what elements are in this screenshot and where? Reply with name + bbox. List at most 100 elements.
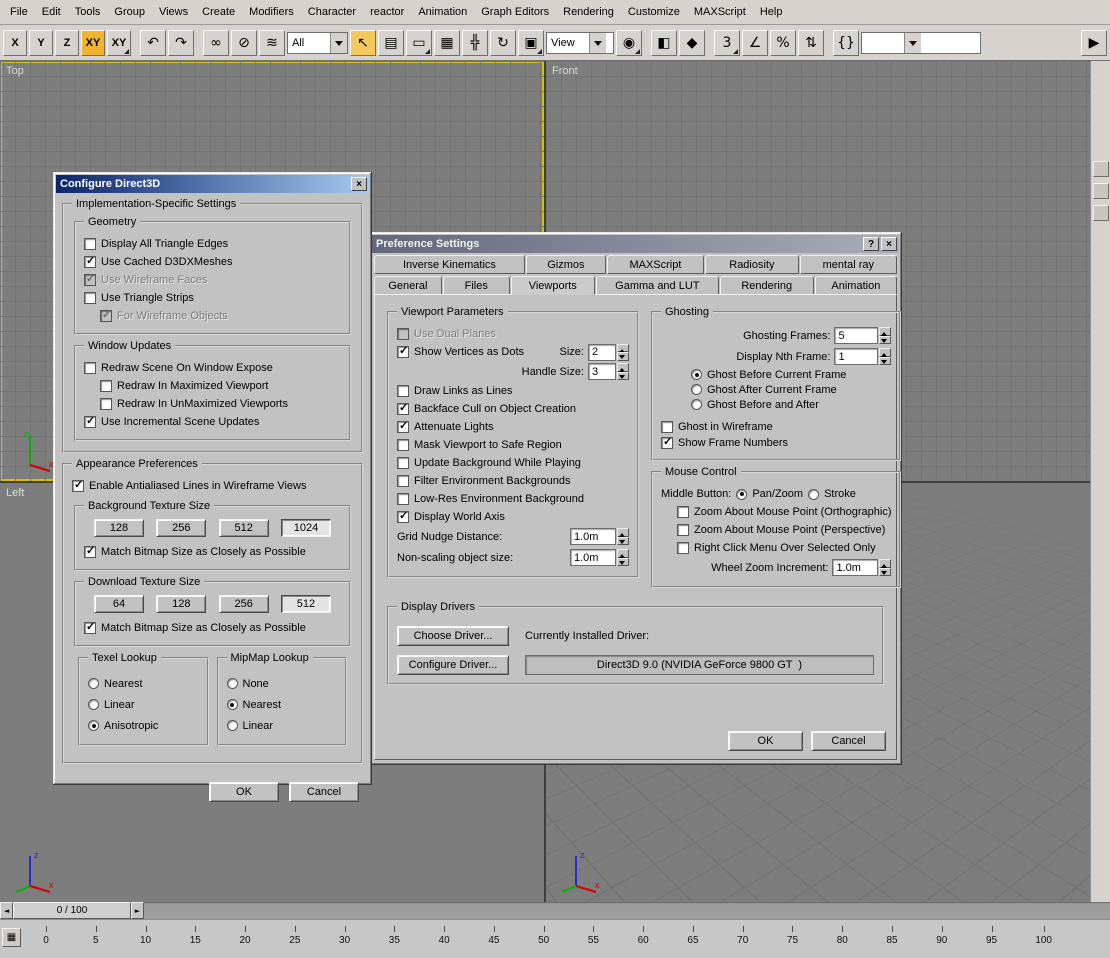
viewport-label-front[interactable]: Front bbox=[552, 65, 578, 77]
menu-group[interactable]: Group bbox=[107, 3, 152, 21]
radio-button[interactable] bbox=[736, 489, 747, 500]
checkbox-bg-match-bitmap-size[interactable]: Match Bitmap Size as Closely as Possible bbox=[84, 543, 341, 561]
snap-toggle-3d-icon[interactable]: 3 bbox=[714, 30, 740, 56]
side-panel-icon[interactable] bbox=[1093, 183, 1109, 199]
checkbox-use-triangle-strips[interactable]: Use Triangle Strips bbox=[84, 289, 341, 307]
spinner-down-icon[interactable] bbox=[617, 558, 629, 567]
spinner-up-icon[interactable] bbox=[617, 549, 629, 558]
menu-edit[interactable]: Edit bbox=[35, 3, 68, 21]
grid-nudge-spinner[interactable]: 1.0m bbox=[570, 528, 629, 545]
spinner-up-icon[interactable] bbox=[617, 344, 629, 353]
bg-size-128-button[interactable]: 128 bbox=[94, 519, 144, 537]
angle-snap-icon[interactable]: ∠ bbox=[742, 30, 768, 56]
tab-mental-ray[interactable]: mental ray bbox=[800, 255, 897, 274]
dl-size-256-button[interactable]: 256 bbox=[219, 595, 269, 613]
configure-driver-button[interactable]: Configure Driver... bbox=[397, 655, 509, 675]
toolbar-overflow-icon[interactable]: ▶ bbox=[1081, 30, 1107, 56]
time-slider-track[interactable]: ◄ 0 / 100 ► bbox=[0, 902, 1110, 919]
chevron-down-icon[interactable] bbox=[330, 33, 347, 53]
checkbox-display-all-triangle-edges[interactable]: Display All Triangle Edges bbox=[84, 235, 341, 253]
next-frame-icon[interactable]: ► bbox=[131, 902, 144, 919]
close-icon[interactable]: × bbox=[881, 237, 897, 251]
checkbox-draw-links-as-lines[interactable]: Draw Links as Lines bbox=[397, 382, 629, 400]
spinner-up-icon[interactable] bbox=[617, 528, 629, 537]
checkbox-zoom-mouse-perspective[interactable]: Zoom About Mouse Point (Perspective) bbox=[661, 521, 891, 539]
selection-region-icon[interactable]: ▭ bbox=[406, 30, 432, 56]
named-selection-sets-icon[interactable]: {} bbox=[833, 30, 859, 56]
radio-texel-linear[interactable]: Linear bbox=[88, 694, 199, 715]
checkbox-redraw-on-window-expose[interactable]: Redraw Scene On Window Expose bbox=[84, 359, 341, 377]
spinner-value[interactable]: 1.0m bbox=[570, 549, 616, 566]
mini-curve-editor-button[interactable]: ▦ bbox=[2, 928, 21, 947]
spinner-down-icon[interactable] bbox=[617, 352, 629, 361]
unlink-selection-icon[interactable]: ⊘ bbox=[231, 30, 257, 56]
track-bar-ruler[interactable]: 0 5 10 15 20 25 30 35 40 45 50 55 60 65 … bbox=[40, 926, 1052, 952]
radio-mipmap-nearest[interactable]: Nearest bbox=[227, 694, 338, 715]
close-icon[interactable]: × bbox=[351, 177, 367, 191]
menu-file[interactable]: File bbox=[3, 3, 35, 21]
radio-texel-nearest[interactable]: Nearest bbox=[88, 673, 199, 694]
spinner-up-icon[interactable] bbox=[879, 348, 891, 357]
radio-texel-anisotropic[interactable]: Anisotropic bbox=[88, 715, 199, 736]
spinner-up-icon[interactable] bbox=[879, 327, 891, 336]
spinner-value[interactable]: 1.0m bbox=[832, 559, 878, 576]
side-panel-icon[interactable] bbox=[1093, 161, 1109, 177]
spinner-down-icon[interactable] bbox=[879, 357, 891, 366]
select-and-move-icon[interactable]: ╬ bbox=[462, 30, 488, 56]
radio-button[interactable] bbox=[808, 489, 819, 500]
tab-gamma-and-lut[interactable]: Gamma and LUT bbox=[596, 276, 719, 295]
cancel-button[interactable]: Cancel bbox=[811, 731, 886, 751]
chevron-down-icon[interactable] bbox=[589, 33, 606, 53]
named-selection-dropdown[interactable] bbox=[861, 32, 981, 54]
dl-size-128-button[interactable]: 128 bbox=[156, 595, 206, 613]
checkbox-use-incremental-updates[interactable]: Use Incremental Scene Updates bbox=[84, 413, 341, 431]
tab-files[interactable]: Files bbox=[443, 276, 510, 295]
checkbox-lowres-environment[interactable]: Low-Res Environment Background bbox=[397, 490, 629, 508]
checkbox-for-wireframe-objects[interactable]: For Wireframe Objects bbox=[84, 307, 341, 325]
dialog-titlebar[interactable]: Preference Settings ? × bbox=[372, 235, 899, 253]
nonscaling-spinner[interactable]: 1.0m bbox=[570, 549, 629, 566]
track-bar[interactable]: ▦ 0 5 10 15 20 25 30 35 40 45 50 55 60 6… bbox=[0, 919, 1110, 958]
help-icon[interactable]: ? bbox=[863, 237, 879, 251]
select-object-button[interactable]: ↖ bbox=[350, 30, 376, 56]
checkbox-right-click-selected-only[interactable]: Right Click Menu Over Selected Only bbox=[661, 539, 891, 557]
spinner-down-icon[interactable] bbox=[879, 568, 891, 577]
mirror-icon[interactable]: ◧ bbox=[651, 30, 677, 56]
checkbox-backface-cull[interactable]: Backface Cull on Object Creation bbox=[397, 400, 629, 418]
tab-viewports[interactable]: Viewports bbox=[511, 276, 595, 295]
wheel-zoom-spinner[interactable]: 1.0m bbox=[832, 559, 891, 576]
tab-gizmos[interactable]: Gizmos bbox=[526, 255, 606, 274]
vertex-size-spinner[interactable]: 2 bbox=[588, 344, 629, 361]
radio-mipmap-none[interactable]: None bbox=[227, 673, 338, 694]
viewport-label-top[interactable]: Top bbox=[6, 65, 24, 77]
tab-rendering[interactable]: Rendering bbox=[720, 276, 814, 295]
menu-create[interactable]: Create bbox=[195, 3, 242, 21]
percent-snap-icon[interactable]: % bbox=[770, 30, 796, 56]
radio-ghost-after-current[interactable]: Ghost After Current Frame bbox=[661, 382, 891, 397]
checkbox-show-frame-numbers[interactable]: Show Frame Numbers bbox=[661, 435, 891, 451]
viewport-label-left[interactable]: Left bbox=[6, 487, 24, 499]
window-crossing-icon[interactable]: ▦ bbox=[434, 30, 460, 56]
bg-size-512-button[interactable]: 512 bbox=[219, 519, 269, 537]
previous-frame-icon[interactable]: ◄ bbox=[0, 902, 13, 919]
menu-rendering[interactable]: Rendering bbox=[556, 3, 621, 21]
undo-icon[interactable]: ↶ bbox=[140, 30, 166, 56]
select-and-scale-icon[interactable]: ▣ bbox=[518, 30, 544, 56]
checkbox-use-cached-d3dxmeshes[interactable]: Use Cached D3DXMeshes bbox=[84, 253, 341, 271]
menu-maxscript[interactable]: MAXScript bbox=[687, 3, 753, 21]
menu-views[interactable]: Views bbox=[152, 3, 195, 21]
menu-help[interactable]: Help bbox=[753, 3, 790, 21]
ok-button[interactable]: OK bbox=[728, 731, 803, 751]
menu-customize[interactable]: Customize bbox=[621, 3, 687, 21]
spinner-value[interactable]: 3 bbox=[588, 363, 616, 380]
checkbox-show-vertices-as-dots[interactable]: Show Vertices as Dots Size: 2 bbox=[397, 343, 629, 361]
choose-driver-button[interactable]: Choose Driver... bbox=[397, 626, 509, 646]
spinner-down-icon[interactable] bbox=[617, 372, 629, 381]
checkbox-update-background[interactable]: Update Background While Playing bbox=[397, 454, 629, 472]
radio-ghost-before-and-after[interactable]: Ghost Before and After bbox=[661, 397, 891, 412]
dialog-titlebar[interactable]: Configure Direct3D × bbox=[56, 175, 369, 193]
checkbox-use-wireframe-faces[interactable]: Use Wireframe Faces bbox=[84, 271, 341, 289]
dl-size-512-button[interactable]: 512 bbox=[281, 595, 331, 613]
select-by-name-icon[interactable]: ▤ bbox=[378, 30, 404, 56]
tab-general[interactable]: General bbox=[374, 276, 442, 295]
